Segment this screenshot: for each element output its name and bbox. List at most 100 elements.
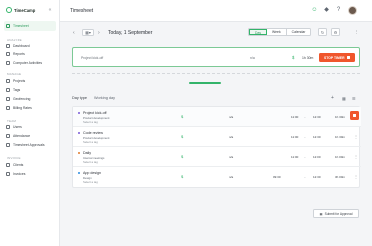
clients-icon [6,163,10,167]
tag-icon [6,88,10,92]
sidebar-item-timesheet-approvals[interactable]: Timesheet Approvals [6,142,45,148]
dashboard-icon [6,44,10,48]
sidebar-item-reports[interactable]: Reports [6,51,25,57]
refresh-button[interactable]: ↻ [318,28,327,36]
time-entry-row[interactable]: Code review Product development Select a… [73,127,361,147]
view-calendar-button[interactable]: Calendar [287,29,311,35]
entry-title[interactable]: Project kick-off [83,111,107,115]
help-icon[interactable]: ? [335,7,342,14]
day-type-label: Day type [72,96,87,100]
more-options-icon[interactable]: ⋮ [352,28,361,36]
sidebar-item-geofencing[interactable]: Geofencing [6,96,30,102]
entry-tag[interactable]: Select a tag [83,180,98,184]
sidebar-item-users[interactable]: Users [6,124,22,130]
app-root: TimeCamp « Timesheet ANALYZE Dashboard R… [0,0,372,246]
entry-menu-icon[interactable]: ⋮ [354,154,358,159]
sidebar-item-label: Dashboard [13,44,30,48]
previous-day-icon[interactable]: ‹ [73,30,75,36]
sidebar-item-attendance[interactable]: Attendance [6,133,30,139]
entry-rate: n/a [229,135,234,139]
submit-for-approval-button[interactable]: ▦ Submit for Approval [313,209,359,218]
calendar-picker-button[interactable]: ▦▾ [82,29,94,36]
entry-start-time[interactable]: 11:00 [291,115,298,119]
entry-start-time[interactable]: 09:30 [273,175,281,179]
entry-duration[interactable]: 1h 30m [335,135,345,139]
logo-text: TimeCamp [14,7,36,13]
view-week-button[interactable]: Week [267,29,287,35]
notifications-icon[interactable]: ◆ [323,7,330,14]
settings-button[interactable]: ⚙ [331,28,340,36]
sidebar-item-computer-activities[interactable]: Computer Activities [6,60,42,66]
list-view-icon[interactable]: ☰ [352,96,356,101]
view-day-button[interactable]: Day [249,29,268,35]
time-entry-row[interactable]: Daily Internal meetings Select a tag $ n… [73,147,361,167]
entry-menu-icon[interactable]: ⋮ [354,134,358,139]
day-type-select[interactable]: Working day [94,96,115,100]
stop-timer-button[interactable]: STOP TIMER [319,53,355,62]
section-invoice: INVOICE [7,156,21,160]
add-user-icon[interactable]: ☺ [311,7,318,14]
sidebar-item-label: Invoices [13,172,26,176]
grid-view-icon[interactable]: ▦ [342,96,346,101]
billable-dollar-icon[interactable]: $ [181,134,183,139]
entry-start-time[interactable]: 11:00 [291,135,298,139]
users-icon [6,125,10,129]
entry-rate: n/a [229,115,234,119]
billable-dollar-icon[interactable]: $ [181,154,183,159]
current-date: Today, 1 September [108,30,153,36]
sidebar-item-tags[interactable]: Tags [6,87,20,93]
entry-tag[interactable]: Select a tag [83,160,98,164]
sidebar-item-dashboard[interactable]: Dashboard [6,43,30,49]
sidebar-item-clients[interactable]: Clients [6,162,23,168]
collapse-sidebar-icon[interactable]: « [47,7,53,13]
stop-timer-label: STOP TIMER [323,55,345,60]
sidebar-item-projects[interactable]: Projects [6,78,25,84]
folder-icon [6,79,10,83]
billable-dollar-icon[interactable]: $ [181,114,183,119]
add-entry-icon[interactable]: + [331,95,334,101]
entry-title[interactable]: Code review [83,131,103,135]
time-entry-row[interactable]: App design Design Select a tag $ n/a 09:… [73,167,361,187]
logo[interactable]: TimeCamp [6,7,35,13]
timer-description[interactable]: Project kick-off [81,56,103,60]
project-color-dot [78,112,80,114]
sidebar-item-label: Computer Activities [13,61,43,65]
avatar[interactable] [348,6,357,15]
entry-title[interactable]: Daily [83,151,91,155]
entry-tag[interactable]: Select a tag [83,140,98,144]
sidebar-item-timesheet[interactable]: Timesheet [6,23,29,29]
stop-entry-button[interactable] [350,111,359,120]
entry-end-time[interactable]: 12:30 [313,135,321,139]
entry-end-time[interactable]: 12:30 [313,115,321,119]
entry-duration[interactable]: 1h 30m [335,115,345,119]
entry-title[interactable]: App design [83,171,101,175]
sidebar-item-invoices[interactable]: Invoices [6,171,25,177]
entry-start-time[interactable]: 11:00 [291,155,298,159]
entry-end-time[interactable]: 12:00 [313,155,321,159]
billable-dollar-icon[interactable]: $ [292,55,294,60]
entry-duration[interactable]: 3h 00m [335,175,345,179]
tracked-time-bar [189,82,221,84]
timer-elapsed: 1h 30m [302,56,314,60]
entry-menu-icon[interactable]: ⋮ [354,174,358,179]
sidebar-item-label: Timesheet [13,24,29,28]
entry-duration[interactable]: 1h 00m [335,155,345,159]
timer-card: Project kick-off n/a $ 1h 30m STOP TIMER [72,47,360,67]
time-entry-row[interactable]: Project kick-off Product development Sel… [73,107,361,127]
time-separator: – [304,135,306,139]
billing-icon [6,106,10,110]
next-day-icon[interactable]: › [98,30,100,36]
section-manage: MANAGE [7,72,22,76]
sidebar-item-label: Billing Rates [13,106,32,110]
submit-label: Submit for Approval [324,211,353,216]
sidebar-item-label: Users [13,125,22,129]
stop-icon [346,55,351,60]
time-separator: – [304,155,306,159]
billable-dollar-icon[interactable]: $ [181,174,183,179]
entry-tag[interactable]: Select a tag [83,120,98,124]
entry-end-time[interactable]: 12:30 [313,175,321,179]
sidebar-item-label: Projects [13,79,26,83]
sidebar-item-billing-rates[interactable]: Billing Rates [6,105,32,111]
project-color-dot [78,152,80,154]
location-pin-icon [6,97,10,101]
